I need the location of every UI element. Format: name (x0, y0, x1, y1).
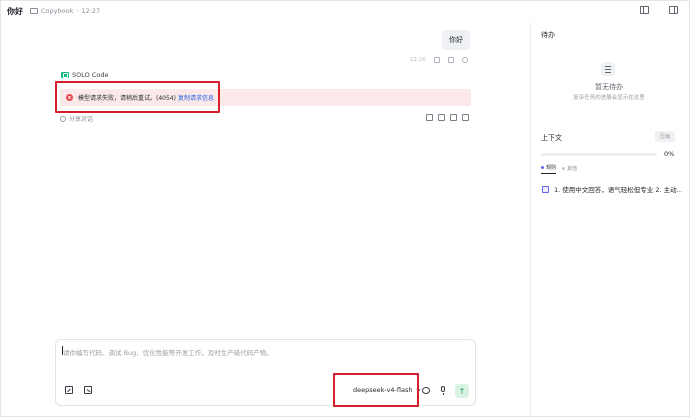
feedback-actions (426, 114, 469, 121)
share-icon (60, 115, 66, 122)
edit-icon[interactable] (447, 57, 454, 63)
tab-other[interactable]: 其他 (562, 164, 577, 174)
rule-item-text: 1. 使用中文回答，语气轻松但专业 2. 主动… (554, 186, 682, 194)
context-title: 上下文 (541, 134, 562, 142)
send-button[interactable]: ↑ (455, 384, 469, 398)
workspace-name[interactable]: Copybook (41, 7, 73, 15)
user-message-bubble: 你好 (442, 30, 470, 50)
folder-icon (30, 8, 38, 14)
user-message-meta: 12:26 (410, 57, 468, 63)
share-conversation[interactable]: 分享对话 (60, 114, 93, 123)
copy-icon[interactable] (433, 57, 440, 63)
prompt-input-placeholder[interactable]: 请你编写代码、调试 Bug、优化性能等开发工作，及时生产级代码产物。 (63, 347, 273, 357)
todo-title: 待办 (541, 31, 555, 39)
edit-context-icon[interactable] (65, 386, 73, 394)
compress-button[interactable]: 压缩 (655, 131, 675, 142)
thumbs-down-icon[interactable] (438, 114, 445, 121)
microphone-icon[interactable] (441, 386, 445, 395)
agent-name: SOLO Code (72, 71, 109, 79)
solo-code-icon (61, 72, 69, 78)
context-tabs: 规则 其他 (541, 164, 577, 174)
conversation-time: 12:27 (81, 7, 101, 15)
share-label: 分享对话 (69, 116, 94, 123)
regenerate-icon[interactable] (462, 114, 469, 121)
copy-reply-icon[interactable] (450, 114, 457, 121)
meta-separator: · (76, 7, 79, 15)
todo-empty-title: 暂无待办 (595, 83, 623, 91)
tab-other-label: 其他 (567, 165, 578, 172)
chat-mode-icon[interactable] (422, 387, 430, 394)
context-usage-bar (541, 153, 657, 156)
tab-rules[interactable]: 规则 (541, 164, 557, 174)
tab-rules-label: 规则 (546, 165, 557, 171)
todo-empty-subtitle: 复杂任务的进展会显示在这里 (573, 95, 645, 101)
title-bar: 你好 Copybook · 12:27 (0, 0, 688, 22)
rule-item[interactable]: 1. 使用中文回答，语气轻松但专业 2. 主动… (542, 184, 682, 194)
attach-image-icon[interactable] (84, 386, 92, 394)
tab-dot-icon (541, 166, 544, 169)
rule-file-icon (542, 185, 549, 193)
user-message-time: 12:26 (410, 57, 426, 63)
toggle-left-panel-icon[interactable] (640, 6, 649, 14)
annotation-highlight-error (55, 81, 220, 113)
retry-icon[interactable] (461, 57, 468, 63)
toggle-right-panel-icon[interactable] (669, 6, 678, 14)
conversation-title: 你好 (7, 6, 23, 16)
tab-dot-icon (562, 166, 566, 170)
thumbs-up-icon[interactable] (426, 114, 433, 121)
list-icon (601, 62, 615, 76)
annotation-highlight-model (333, 373, 419, 407)
context-percent: 0% (664, 150, 675, 158)
agent-header: SOLO Code (61, 71, 108, 79)
